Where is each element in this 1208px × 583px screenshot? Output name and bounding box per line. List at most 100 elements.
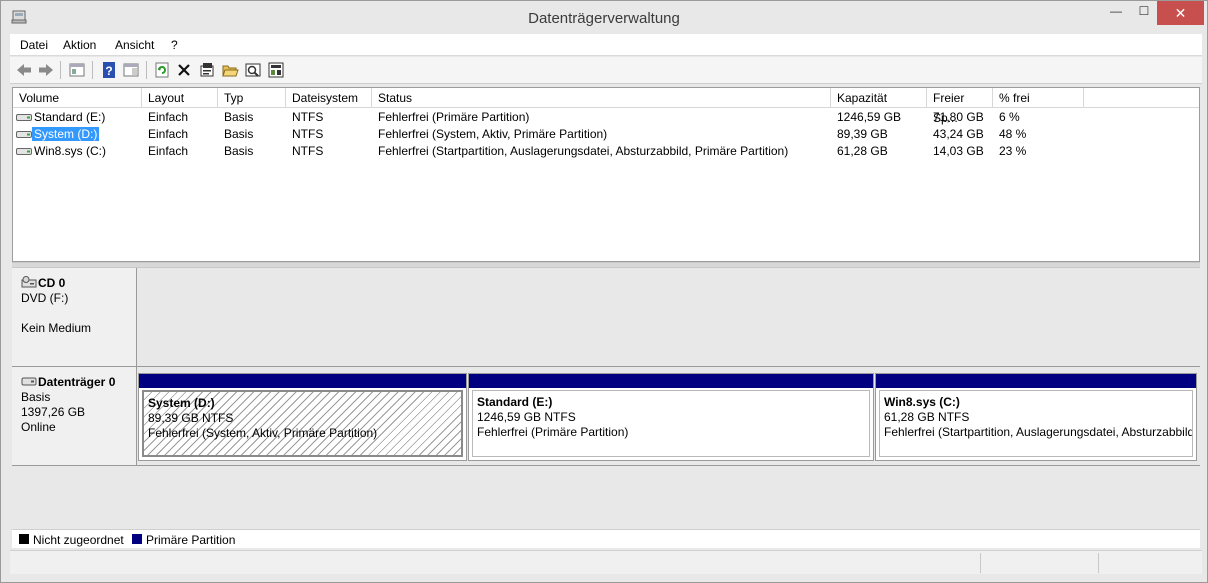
forward-icon[interactable]	[37, 61, 55, 79]
partition-system-d[interactable]: System (D:) 89,39 GB NTFS Fehlerfrei (Sy…	[138, 373, 467, 461]
disk-media: Kein Medium	[21, 321, 92, 335]
open-icon[interactable]	[221, 61, 239, 79]
table-row[interactable]: Win8.sys (C:) Einfach Basis NTFS Fehlerf…	[13, 143, 1199, 160]
disk-name: CD 0	[38, 276, 66, 290]
window-title: Datenträgerverwaltung	[528, 10, 680, 27]
cd-drive-icon	[21, 276, 37, 288]
partition-size: 61,28 GB NTFS	[884, 410, 970, 424]
minimize-button[interactable]: —	[1101, 1, 1131, 25]
column-layout[interactable]: Layout	[142, 88, 218, 108]
drive-icon	[16, 114, 32, 121]
volume-status: Fehlerfrei (Primäre Partition)	[378, 110, 530, 124]
disk-state: Online	[21, 420, 56, 434]
title-bar: Datenträgerverwaltung — ☐ ✕	[1, 1, 1207, 34]
legend-swatch-unallocated	[19, 534, 29, 544]
partition-size: 1246,59 GB NTFS	[477, 410, 576, 424]
disk-label-disk0[interactable]: Datenträger 0 Basis 1397,26 GB Online	[12, 367, 137, 465]
legend-swatch-primary	[132, 534, 142, 544]
properties-icon[interactable]	[198, 61, 216, 79]
volume-frei: 43,24 GB	[933, 127, 984, 141]
disk-row-cd0: CD 0 DVD (F:) Kein Medium	[12, 268, 1200, 367]
volume-name-cell: System (D:)	[32, 126, 100, 143]
volume-name: Win8.sys (C:)	[34, 144, 106, 158]
drive-icon	[16, 148, 32, 155]
maximize-button[interactable]: ☐	[1129, 1, 1159, 25]
toolbar-separator	[146, 61, 147, 79]
menu-ansicht[interactable]: Ansicht	[115, 38, 154, 52]
column-freier-speicher[interactable]: Freier Sp...	[927, 88, 993, 125]
disk-label-cd0[interactable]: CD 0 DVD (F:) Kein Medium	[12, 268, 137, 366]
partition-name: Win8.sys (C:)	[884, 395, 960, 409]
partition-status: Fehlerfrei (Primäre Partition)	[477, 425, 629, 439]
toolbar-separator	[92, 61, 93, 79]
disk-area-disk0: System (D:) 89,39 GB NTFS Fehlerfrei (Sy…	[137, 367, 1200, 465]
column-kapazitaet[interactable]: Kapazität	[831, 88, 927, 108]
column-typ[interactable]: Typ	[218, 88, 286, 108]
menu-datei[interactable]: Datei	[20, 38, 48, 52]
volume-typ: Basis	[224, 144, 254, 158]
partition-type-bar	[139, 374, 466, 388]
delete-icon[interactable]	[175, 61, 193, 79]
volume-frei: 71,80 GB	[933, 110, 984, 124]
volume-layout: Einfach	[148, 127, 189, 141]
properties-pane-icon[interactable]	[122, 61, 140, 79]
legend-unallocated: Nicht zugeordnet	[33, 533, 124, 547]
console-tree-icon[interactable]	[68, 61, 86, 79]
close-button[interactable]: ✕	[1157, 1, 1204, 25]
column-status[interactable]: Status	[372, 88, 831, 108]
volume-fs: NTFS	[292, 144, 324, 158]
help-icon[interactable]: ?	[100, 61, 118, 79]
volume-kapazitaet: 89,39 GB	[837, 127, 888, 141]
volume-prozent: 6 %	[999, 110, 1020, 124]
drive-icon	[16, 131, 32, 138]
volume-kapazitaet: 61,28 GB	[837, 144, 888, 158]
menu-bar: Datei Aktion Ansicht ?	[10, 34, 1202, 56]
partition-status: Fehlerfrei (System, Aktiv, Primäre Parti…	[148, 426, 378, 440]
partition-body: Win8.sys (C:) 61,28 GB NTFS Fehlerfrei (…	[879, 390, 1193, 457]
partition-name: System (D:)	[148, 396, 215, 410]
column-dateisystem[interactable]: Dateisystem	[286, 88, 372, 108]
partition-body-selected: System (D:) 89,39 GB NTFS Fehlerfrei (Sy…	[142, 390, 463, 457]
disk-size: 1397,26 GB	[21, 405, 86, 419]
disk-management-window: Datenträgerverwaltung — ☐ ✕ Datei Aktion…	[0, 0, 1208, 583]
volume-layout: Einfach	[148, 144, 189, 158]
status-divider	[980, 553, 981, 573]
menu-aktion[interactable]: Aktion	[63, 38, 96, 52]
status-bar	[10, 550, 1202, 574]
volume-status: Fehlerfrei (System, Aktiv, Primäre Parti…	[378, 127, 608, 141]
menu-help[interactable]: ?	[171, 38, 178, 52]
svg-text:?: ?	[105, 64, 112, 78]
volume-fs: NTFS	[292, 110, 324, 124]
disk-type: DVD (F:)	[21, 291, 69, 305]
volume-typ: Basis	[224, 110, 254, 124]
disk-drive-icon	[21, 377, 37, 386]
table-row[interactable]: Standard (E:) Einfach Basis NTFS Fehlerf…	[13, 109, 1199, 126]
refresh-icon[interactable]	[153, 61, 171, 79]
volume-kapazitaet: 1246,59 GB	[837, 110, 902, 124]
partition-status: Fehlerfrei (Startpartition, Auslagerungs…	[884, 425, 1193, 439]
disk-graphical-view: CD 0 DVD (F:) Kein Medium Datenträger 0 …	[12, 268, 1200, 521]
disk-type: Basis	[21, 390, 51, 404]
volume-list: Volume Layout Typ Dateisystem Status Kap…	[12, 87, 1200, 262]
table-row-selected[interactable]: System (D:) Einfach Basis NTFS Fehlerfre…	[13, 126, 1199, 143]
back-icon[interactable]	[15, 61, 33, 79]
disk-name: Datenträger 0	[38, 375, 116, 389]
partition-size: 89,39 GB NTFS	[148, 411, 234, 425]
column-volume[interactable]: Volume	[13, 88, 142, 108]
settings-icon[interactable]	[267, 61, 285, 79]
volume-typ: Basis	[224, 127, 254, 141]
volume-prozent: 23 %	[999, 144, 1027, 158]
toolbar: ?	[10, 57, 1202, 84]
partition-standard-e[interactable]: Standard (E:) 1246,59 GB NTFS Fehlerfrei…	[468, 373, 874, 461]
disk-area-cd0	[137, 268, 1200, 366]
explore-icon[interactable]	[244, 61, 262, 79]
partition-body: Standard (E:) 1246,59 GB NTFS Fehlerfrei…	[472, 390, 870, 457]
legend-primary: Primäre Partition	[146, 533, 236, 547]
status-divider	[1098, 553, 1099, 573]
partition-win8sys-c[interactable]: Win8.sys (C:) 61,28 GB NTFS Fehlerfrei (…	[875, 373, 1197, 461]
toolbar-separator	[60, 61, 61, 79]
volume-fs: NTFS	[292, 127, 324, 141]
partition-type-bar	[469, 374, 873, 388]
disk-row-disk0: Datenträger 0 Basis 1397,26 GB Online Sy…	[12, 367, 1200, 466]
column-prozent-frei[interactable]: % frei	[993, 88, 1084, 108]
